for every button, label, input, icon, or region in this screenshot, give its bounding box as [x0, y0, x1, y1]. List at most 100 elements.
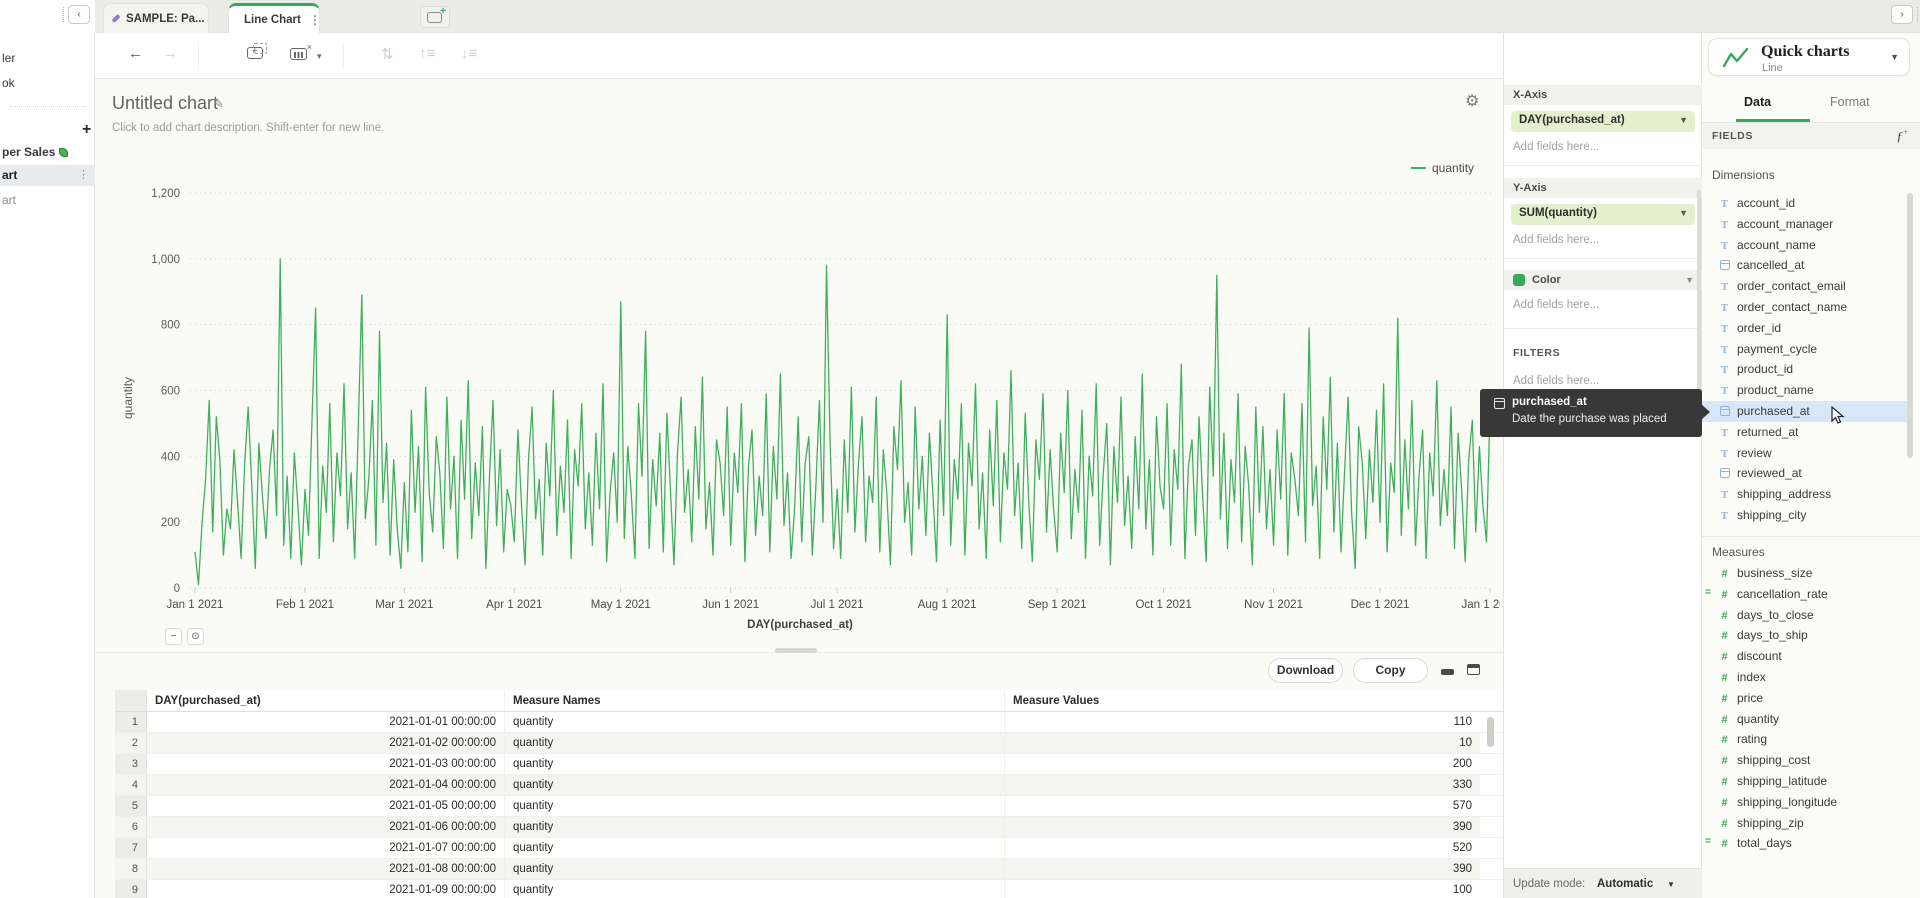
dimension-field-account_manager[interactable]: Taccount_manager	[1702, 214, 1912, 235]
table-row[interactable]: 82021-01-08 00:00:00quantity390	[115, 859, 1503, 880]
table-row[interactable]: 62021-01-06 00:00:00quantity390	[115, 817, 1503, 838]
undo-button[interactable]: ←	[128, 45, 143, 62]
color-add-fields[interactable]: Add fields here...	[1513, 299, 1599, 311]
table-header-measure-values[interactable]: Measure Values	[1005, 690, 1480, 711]
filters-add-fields[interactable]: Add fields here...	[1513, 375, 1599, 387]
add-formula-field-icon[interactable]: ƒ+	[1896, 127, 1908, 144]
measure-field-shipping_cost[interactable]: #shipping_cost	[1702, 750, 1912, 771]
chevron-down-icon[interactable]: ▼	[1679, 208, 1688, 218]
measure-field-days_to_close[interactable]: #days_to_close	[1702, 605, 1912, 626]
chevron-down-icon[interactable]: ▼	[1679, 115, 1688, 125]
update-mode-label: Update mode:	[1513, 878, 1585, 890]
x-axis-field-pill[interactable]: DAY(purchased_at)▼	[1511, 111, 1695, 132]
dimension-field-account_id[interactable]: Taccount_id	[1702, 193, 1912, 214]
sidebar-project-item[interactable]: per Sales	[2, 145, 68, 159]
line-chart-plot[interactable]: 02004006008001,0001,200Jan 1 2021Feb 1 2…	[100, 143, 1500, 613]
dimension-field-order_id[interactable]: Torder_id	[1702, 318, 1912, 339]
copy-button[interactable]: Copy	[1353, 658, 1428, 683]
remove-chart-icon[interactable]: ×	[290, 48, 307, 60]
table-row[interactable]: 72021-01-07 00:00:00quantity520	[115, 838, 1503, 859]
measure-field-rating[interactable]: #rating	[1702, 729, 1912, 750]
color-section-header[interactable]: Color ▼	[1504, 270, 1703, 290]
collapse-left-panel-button[interactable]: ‹	[68, 5, 90, 24]
dimension-field-purchased_at[interactable]: purchased_at	[1702, 401, 1912, 422]
redo-button[interactable]: →	[163, 45, 178, 62]
dimension-field-shipping_address[interactable]: Tshipping_address	[1702, 484, 1912, 505]
y-axis-field-pill[interactable]: SUM(quantity)▼	[1511, 204, 1695, 225]
new-chart-button[interactable]: +	[420, 6, 450, 28]
table-vertical-scrollbar[interactable]	[1487, 717, 1494, 747]
chart-title[interactable]: Untitled chart	[112, 93, 218, 114]
measure-field-index[interactable]: #index	[1702, 667, 1912, 688]
tab-sample-notebook[interactable]: SAMPLE: Pa...	[103, 3, 209, 33]
sidebar-item-active-chart[interactable]: art ⋮	[0, 165, 95, 186]
tab-data[interactable]: Data	[1744, 95, 1771, 109]
measure-field-cancellation_rate[interactable]: =#cancellation_rate	[1702, 584, 1912, 605]
measure-field-shipping_latitude[interactable]: #shipping_latitude	[1702, 771, 1912, 792]
sort-values-icon[interactable]: ⇅	[381, 45, 394, 63]
config-scrollbar[interactable]	[1697, 190, 1701, 390]
table-row[interactable]: 42021-01-04 00:00:00quantity330	[115, 775, 1503, 796]
table-header-measure-names[interactable]: Measure Names	[505, 690, 1005, 711]
measure-field-business_size[interactable]: #business_size	[1702, 563, 1912, 584]
tab-format[interactable]: Format	[1830, 95, 1870, 109]
item-menu-icon[interactable]: ⋮	[78, 168, 89, 181]
dimension-field-review[interactable]: Treview	[1702, 443, 1912, 464]
chart-description-placeholder[interactable]: Click to add chart description. Shift-en…	[112, 122, 384, 134]
chevron-down-icon[interactable]: ▼	[1685, 275, 1694, 285]
tab-line-chart[interactable]: Line Chart ⋮	[228, 3, 320, 33]
left-panel-drag-handle[interactable]	[63, 7, 66, 22]
chart-type-selector[interactable]: Quick charts Line ▼	[1708, 38, 1910, 76]
x-axis-add-fields[interactable]: Add fields here...	[1513, 141, 1599, 153]
dimension-field-product_id[interactable]: Tproduct_id	[1702, 359, 1912, 380]
collapse-right-panel-button[interactable]: ›	[1891, 5, 1913, 24]
duplicate-chart-icon[interactable]: +	[247, 47, 263, 59]
dimension-field-cancelled_at[interactable]: cancelled_at	[1702, 255, 1912, 276]
measure-field-days_to_ship[interactable]: #days_to_ship	[1702, 625, 1912, 646]
horizontal-scrollbar[interactable]	[775, 648, 817, 653]
dimension-field-reviewed_at[interactable]: reviewed_at	[1702, 463, 1912, 484]
dimension-field-returned_at[interactable]: Treturned_at	[1702, 422, 1912, 443]
color-swatch[interactable]	[1513, 274, 1525, 286]
table-header-day[interactable]: DAY(purchased_at)	[147, 690, 505, 711]
sort-ascending-icon[interactable]: ↑≡	[419, 45, 435, 62]
dimension-field-product_name[interactable]: Tproduct_name	[1702, 380, 1912, 401]
measure-field-shipping_longitude[interactable]: #shipping_longitude	[1702, 792, 1912, 813]
measure-field-discount[interactable]: #discount	[1702, 646, 1912, 667]
sidebar-item-chart2[interactable]: art	[2, 193, 16, 207]
measure-field-quantity[interactable]: #quantity	[1702, 709, 1912, 730]
table-row[interactable]: 32021-01-03 00:00:00quantity200	[115, 754, 1503, 775]
dimension-field-payment_cycle[interactable]: Tpayment_cycle	[1702, 339, 1912, 360]
dimension-field-shipping_city[interactable]: Tshipping_city	[1702, 505, 1912, 526]
edit-title-icon[interactable]: ✎	[213, 96, 224, 112]
dimension-field-account_name[interactable]: Taccount_name	[1702, 235, 1912, 256]
minimize-table-icon[interactable]	[1441, 669, 1454, 675]
expand-table-icon[interactable]	[1467, 664, 1480, 675]
update-mode-value[interactable]: Automatic	[1597, 878, 1653, 890]
chevron-down-icon[interactable]: ▼	[1667, 880, 1675, 889]
sort-descending-icon[interactable]: ↓≡	[461, 45, 477, 62]
fields-scrollbar[interactable]	[1907, 193, 1913, 458]
chevron-down-icon[interactable]: ▼	[1890, 52, 1899, 62]
y-axis-add-fields[interactable]: Add fields here...	[1513, 234, 1599, 246]
y-axis-section-header: Y-Axis	[1504, 178, 1703, 198]
zoom-out-button[interactable]: −	[165, 628, 182, 645]
table-row[interactable]: 12021-01-01 00:00:00quantity110	[115, 712, 1503, 733]
table-row[interactable]: 22021-01-02 00:00:00quantity10	[115, 733, 1503, 754]
dimension-field-order_contact_name[interactable]: Torder_contact_name	[1702, 297, 1912, 318]
dimension-field-order_contact_email[interactable]: Torder_contact_email	[1702, 276, 1912, 297]
sidebar-item-2[interactable]: ok	[2, 76, 15, 90]
sidebar-item-1[interactable]: ler	[2, 51, 15, 65]
zoom-reset-button[interactable]: ⊙	[187, 628, 204, 645]
chart-settings-icon[interactable]: ⚙	[1465, 91, 1479, 111]
text-field-icon: T	[1721, 510, 1728, 522]
table-row[interactable]: 52021-01-05 00:00:00quantity570	[115, 796, 1503, 817]
tab-menu-icon[interactable]: ⋮	[309, 13, 321, 27]
chart-type-caret-icon[interactable]: ▾	[317, 51, 322, 62]
add-item-button[interactable]: +	[82, 121, 91, 139]
measure-field-shipping_zip[interactable]: #shipping_zip	[1702, 813, 1912, 834]
measure-field-total_days[interactable]: =#total_days	[1702, 833, 1912, 854]
table-row[interactable]: 92021-01-09 00:00:00quantity100	[115, 880, 1503, 898]
download-button[interactable]: Download	[1268, 658, 1343, 683]
measure-field-price[interactable]: #price	[1702, 688, 1912, 709]
